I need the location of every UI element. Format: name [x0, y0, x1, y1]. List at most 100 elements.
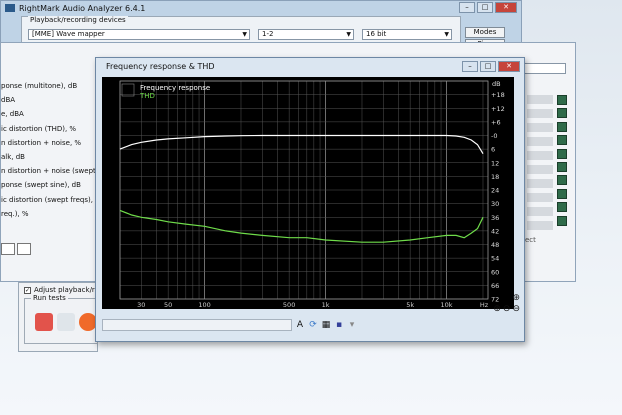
- bitdepth-select[interactable]: 16 bit ▼: [362, 29, 452, 40]
- graph-icon[interactable]: [557, 95, 567, 105]
- y-tick-label: +18: [491, 91, 505, 99]
- main-title-bar: RightMark Audio Analyzer 6.4.1: [1, 1, 521, 15]
- y-tick-label: 60: [491, 268, 499, 276]
- series-line-thd: [119, 209, 484, 243]
- y-tick-label: 66: [491, 282, 499, 290]
- x-unit-label: Hz: [480, 301, 489, 309]
- y-tick-label: 48: [491, 241, 499, 249]
- y-tick-label: 12: [491, 159, 499, 167]
- run-tests-title: Run tests: [31, 294, 68, 302]
- result-bar: [527, 193, 553, 202]
- zoom-in-icon[interactable]: ⊕: [512, 294, 520, 303]
- chevron-down-icon: ▼: [444, 31, 449, 38]
- result-bar: [527, 165, 553, 174]
- run-tests-group: Run tests: [24, 294, 98, 344]
- test-row[interactable]: dBA: [1, 93, 101, 107]
- y-tick-label: 24: [491, 187, 499, 195]
- main-window-title: RightMark Audio Analyzer 6.4.1: [19, 3, 146, 13]
- test-row[interactable]: ponse (multitone), dB: [1, 79, 101, 93]
- plot-area: +18 +12 +6 -0 6 12 18 24 30 36 42 48 54 60 66 72 dB 30 50 1…: [102, 77, 514, 309]
- graph-icon[interactable]: [557, 175, 567, 186]
- zoom-out-icon[interactable]: ⊖: [512, 304, 520, 314]
- graph-icon[interactable]: [557, 121, 567, 132]
- test-row[interactable]: alk, dB: [1, 150, 101, 164]
- minus-icon[interactable]: [17, 243, 31, 255]
- x-tick-label: 10k: [441, 301, 453, 309]
- test-row[interactable]: req.), %: [1, 207, 101, 221]
- result-bar: [527, 137, 553, 146]
- test-row[interactable]: ic distortion (THD), %: [1, 122, 101, 136]
- minimize-icon[interactable]: –: [462, 61, 478, 72]
- legend-box: [121, 83, 135, 97]
- adjust-checkbox-row[interactable]: ✓ Adjust playback/rec: [24, 286, 103, 294]
- modes-button[interactable]: Modes: [465, 27, 505, 38]
- test-row[interactable]: n distortion + noise (swept freqs): [1, 164, 101, 178]
- zoom-controls: ⊕: [512, 294, 520, 303]
- series-line-frequency-response: [119, 134, 484, 155]
- bitdepth-select-value: 16 bit: [366, 30, 387, 38]
- legend-entry: Frequency response: [140, 84, 210, 92]
- app-icon: [5, 4, 15, 12]
- options-icon[interactable]: ▾: [347, 320, 357, 330]
- test-row[interactable]: e, dBA: [1, 107, 101, 121]
- save-icon[interactable]: ▪: [334, 320, 344, 330]
- channel-select[interactable]: 1-2 ▼: [258, 29, 354, 40]
- refresh-icon[interactable]: ⟳: [308, 320, 318, 330]
- status-field: [102, 319, 292, 331]
- speaker-icon[interactable]: [57, 313, 75, 331]
- y-tick-label: 18: [491, 173, 499, 181]
- graph-icon[interactable]: [557, 135, 567, 146]
- legend-entry: THD: [139, 92, 155, 100]
- devices-group-title: Playback/recording devices: [28, 16, 128, 24]
- maximize-icon[interactable]: □: [480, 61, 496, 72]
- maximize-icon[interactable]: □: [477, 2, 493, 13]
- x-tick-label: 1k: [322, 301, 330, 309]
- chevron-down-icon: ▼: [242, 31, 247, 38]
- graph-icon[interactable]: [557, 161, 567, 172]
- x-tick-label: 500: [283, 301, 295, 309]
- test-row[interactable]: n distortion + noise, %: [1, 136, 101, 150]
- zoom-row: ⊕ ⊖ ⊖: [493, 304, 520, 314]
- graph-icon[interactable]: [557, 108, 567, 119]
- graph-icon[interactable]: [557, 188, 567, 199]
- test-list: ponse (multitone), dB dBA e, dBA ic dist…: [1, 79, 101, 221]
- graph-icon[interactable]: [557, 215, 567, 226]
- channel-select-value: 1-2: [262, 30, 274, 38]
- detect-label[interactable]: ect: [525, 236, 536, 244]
- graph-icon[interactable]: [557, 148, 567, 159]
- zoom-in-icon[interactable]: ⊕: [493, 304, 501, 314]
- test-row[interactable]: ponse (swept sine), dB: [1, 178, 101, 192]
- chevron-down-icon: ▼: [346, 31, 351, 38]
- graph-icon[interactable]: [557, 202, 567, 213]
- freq-window-title: Frequency response & THD: [106, 61, 215, 71]
- status-bar: A ⟳ ▦ ▪ ▾: [102, 317, 514, 333]
- y-tick-label: +12: [491, 105, 505, 113]
- result-bar: [527, 95, 553, 104]
- close-icon[interactable]: ✕: [495, 2, 517, 13]
- minimize-icon[interactable]: –: [459, 2, 475, 13]
- font-icon[interactable]: A: [295, 320, 305, 330]
- result-bar: [527, 151, 553, 160]
- y-tick-label: 72: [491, 296, 499, 304]
- y-unit-label: dB: [492, 80, 501, 88]
- checkbox[interactable]: ✓: [24, 286, 31, 294]
- frequency-response-window: Frequency response & THD – □ ✕ +18 +12 +6 -…: [95, 57, 525, 342]
- grid-icon[interactable]: ▦: [321, 320, 331, 330]
- graph-buttons: [557, 95, 571, 229]
- result-bar: [527, 207, 553, 216]
- test-row[interactable]: ic distortion (swept freqs), dB: [1, 193, 101, 207]
- close-icon[interactable]: ✕: [498, 61, 520, 72]
- x-tick-label: 100: [198, 301, 210, 309]
- result-bar: [527, 123, 553, 132]
- y-tick-label: 54: [491, 255, 499, 263]
- zoom-out-icon[interactable]: ⊖: [503, 304, 511, 314]
- y-tick-label: 36: [491, 214, 499, 222]
- stop-icon[interactable]: [35, 313, 53, 331]
- frequency-chart: +18 +12 +6 -0 6 12 18 24 30 36 42 48 54 60 66 72 dB 30 50 1…: [119, 80, 505, 309]
- y-tick-label: -0: [491, 132, 497, 140]
- y-tick-label: 30: [491, 200, 499, 208]
- x-tick-label: 30: [137, 301, 145, 309]
- main-caption-buttons: – □ ✕: [459, 2, 517, 13]
- device-select[interactable]: [MME] Wave mapper ▼: [28, 29, 250, 40]
- doc-icon[interactable]: [1, 243, 15, 255]
